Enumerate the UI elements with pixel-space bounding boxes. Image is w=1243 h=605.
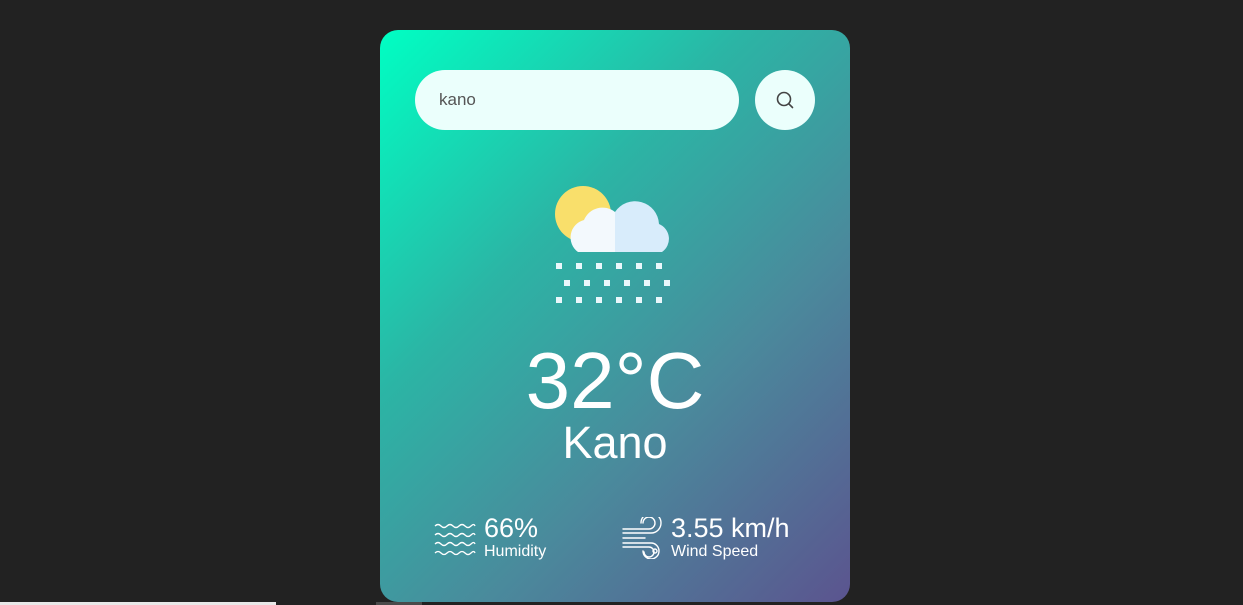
snow-cloud-sun-icon: [552, 184, 678, 306]
humidity-label: Humidity: [484, 543, 547, 560]
city-search-input[interactable]: [415, 70, 739, 130]
humidity-detail: 66% Humidity: [434, 514, 546, 562]
search-icon: [775, 90, 795, 110]
wind-value: 3.55 km/h: [671, 513, 790, 543]
humidity-value: 66%: [484, 513, 539, 543]
wind-detail: 3.55 km/h Wind Speed: [621, 512, 790, 562]
humidity-waves-icon: [434, 517, 476, 559]
city-name: Kano: [562, 417, 668, 468]
temperature: 32°C: [525, 336, 705, 425]
search-button[interactable]: [755, 70, 815, 130]
wind-label: Wind Speed: [671, 543, 759, 560]
weather-card: 32°C Kano 66% Humidity: [380, 30, 850, 602]
wind-icon: [621, 512, 663, 560]
